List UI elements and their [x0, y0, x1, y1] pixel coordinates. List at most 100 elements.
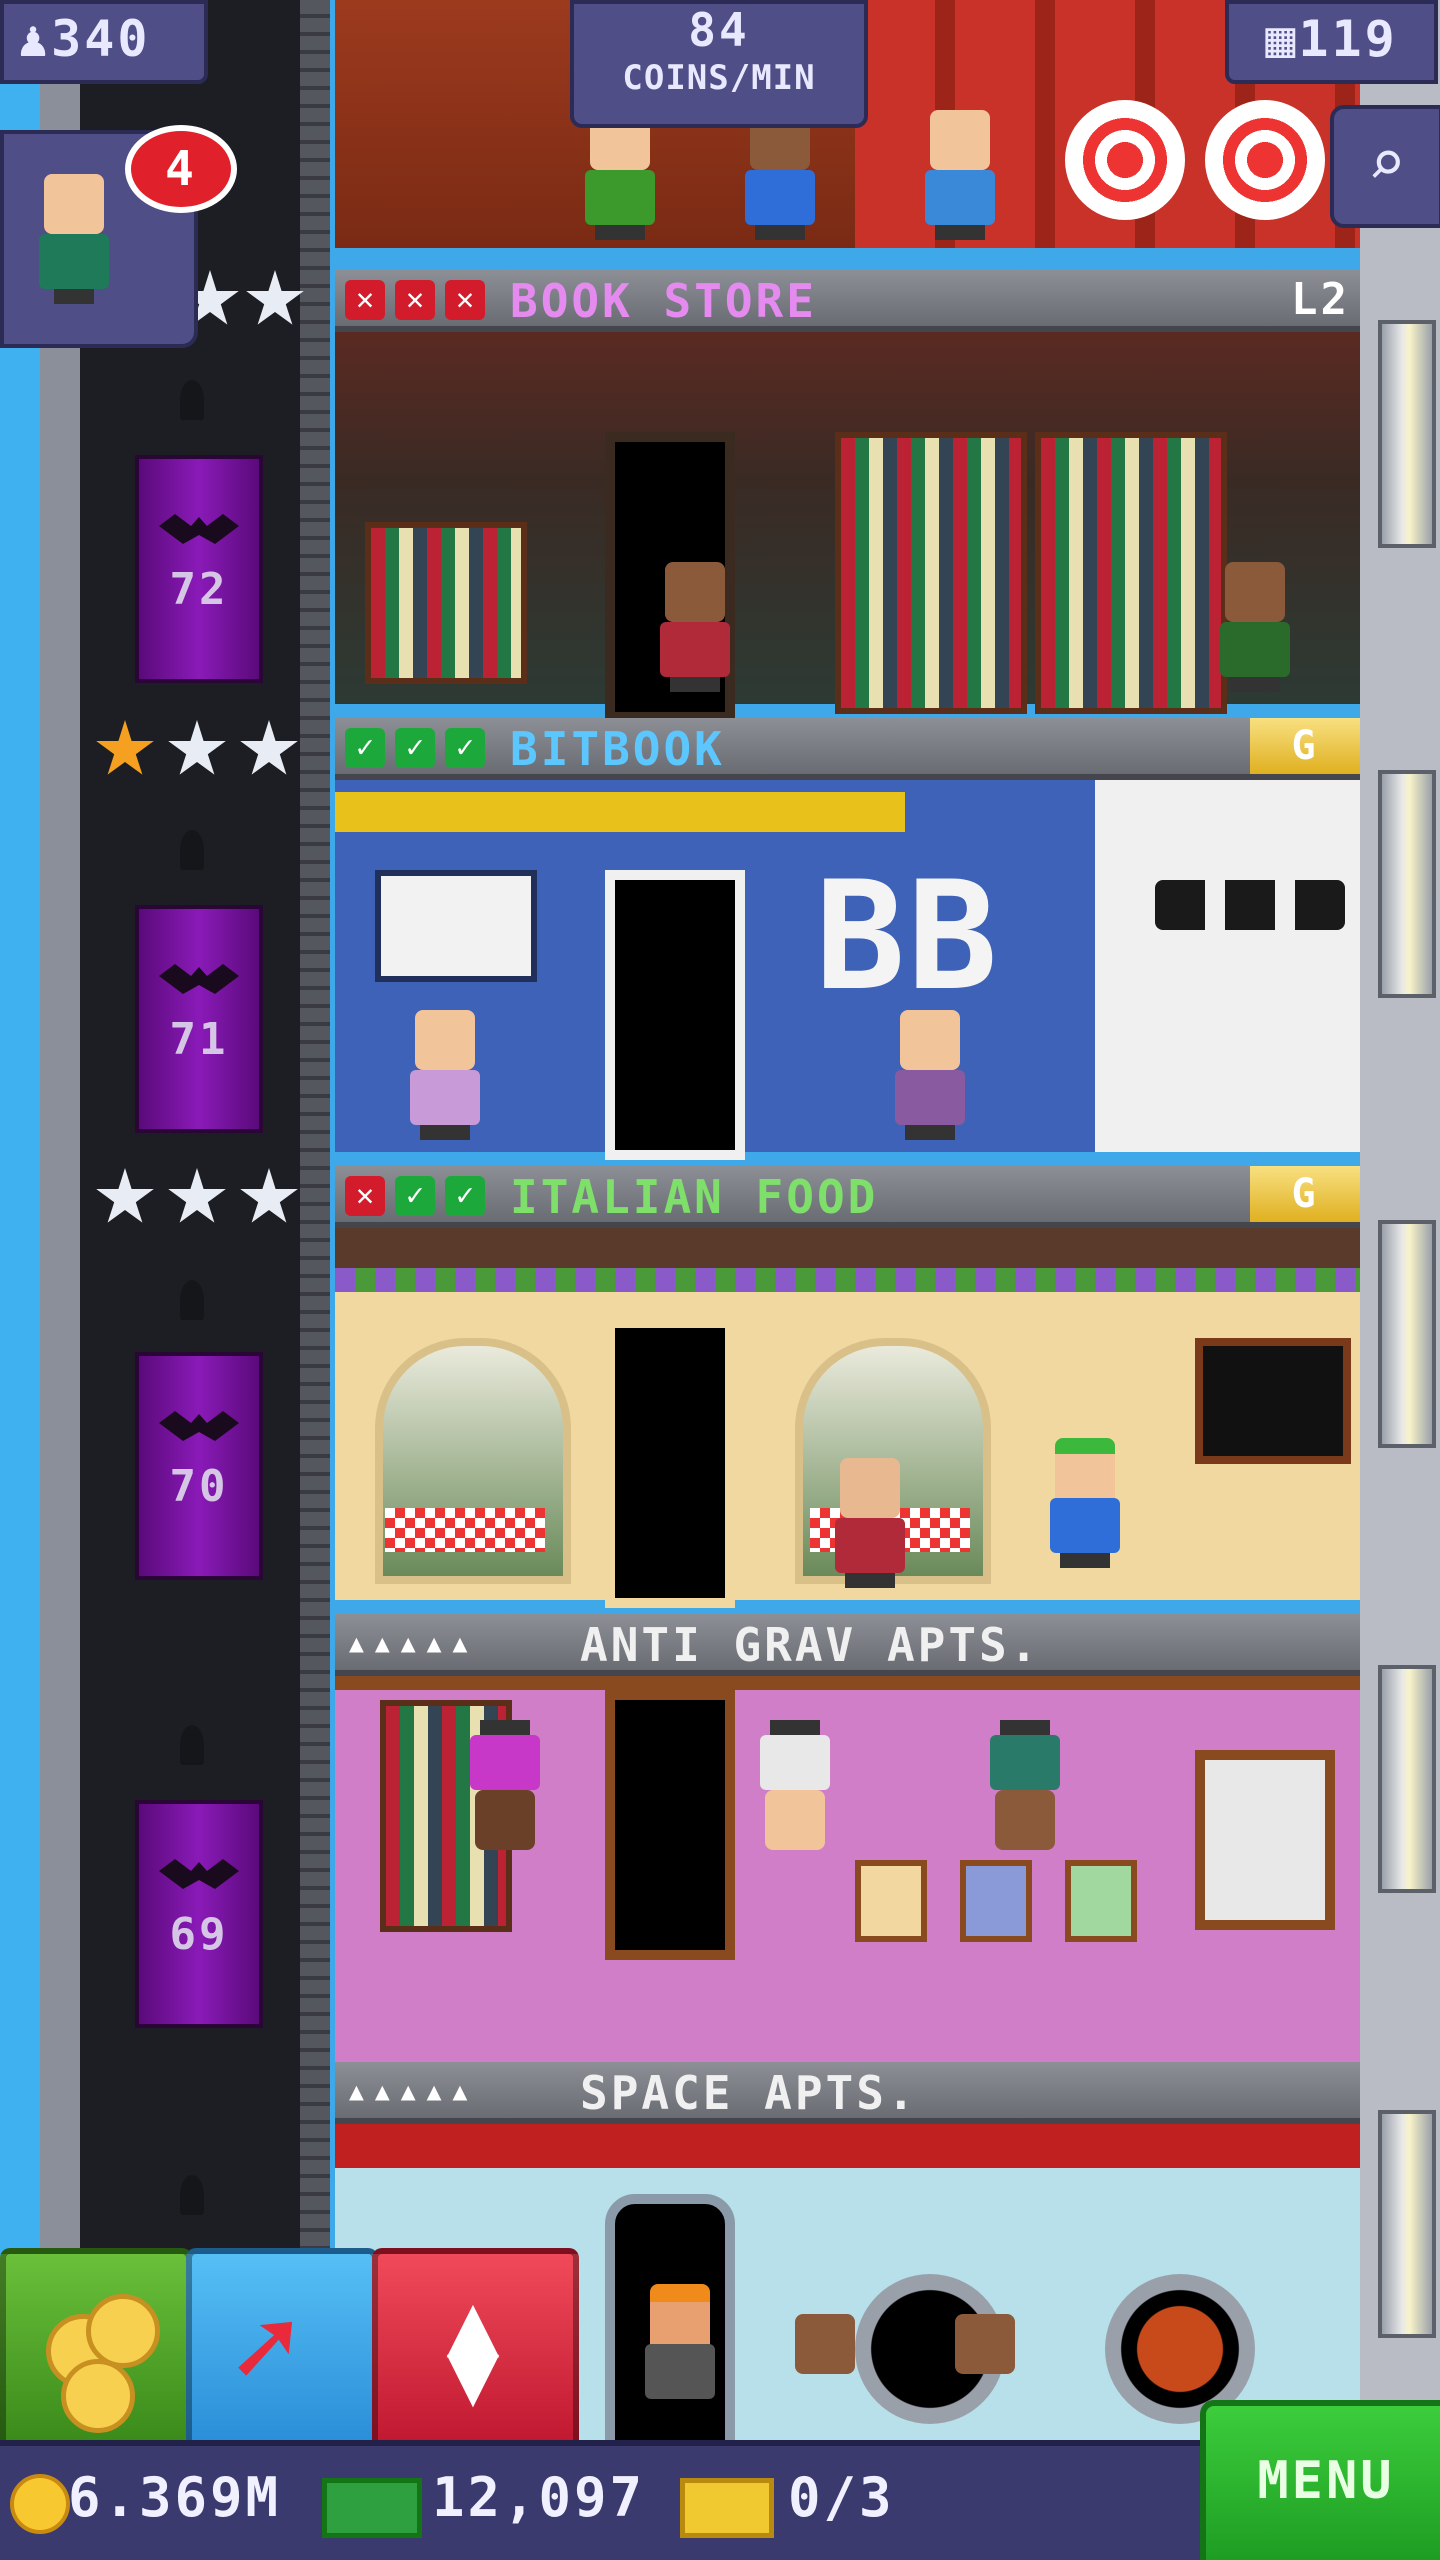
floor-name: BOOK STORE [510, 274, 817, 328]
lamp-icon [180, 380, 204, 420]
customer[interactable] [655, 562, 735, 692]
search-icon: ⌕ [1367, 127, 1406, 201]
check-mark-icon: ✓ [445, 728, 485, 768]
elevator-floor-number: 70 [169, 1461, 229, 1512]
bookshelf [835, 432, 1027, 714]
resident[interactable] [945, 2314, 1025, 2444]
bux-value: 12,097 [432, 2466, 646, 2529]
floor-header: ▴▴▴▴▴ ANTI GRAV APTS. [335, 1614, 1360, 1676]
resident[interactable] [920, 110, 1000, 240]
bookshelf [365, 522, 527, 684]
room-door [605, 1690, 735, 1960]
lamp-icon [180, 1280, 204, 1320]
target-icon [1065, 100, 1185, 220]
floor-header: ✕ ✓ ✓ ITALIAN FOOD G [335, 1166, 1360, 1228]
floor-name: BITBOOK [510, 722, 725, 776]
elevator-floor-number: 72 [169, 564, 229, 615]
resident[interactable] [755, 1720, 835, 1850]
resident[interactable] [985, 1720, 1065, 1850]
person-icon: ♟ [18, 10, 52, 68]
move-arrow-icon: ➚ [232, 2284, 299, 2412]
search-button[interactable]: ⌕ [1330, 105, 1440, 228]
elevator-door-72[interactable]: 72 [135, 455, 263, 683]
population-counter[interactable]: ♟340 [0, 0, 208, 84]
bitbook-sign: BB [815, 850, 1000, 1024]
floor-level: L2 [1291, 274, 1350, 325]
golden-ticket-tag[interactable]: G [1250, 1166, 1360, 1222]
outer-wall [40, 0, 80, 2560]
italian-restaurant [335, 1228, 1360, 1608]
menu-button[interactable]: MENU [1200, 2400, 1440, 2560]
check-mark-icon: ✓ [345, 728, 385, 768]
elevator-door-70[interactable]: 70 [135, 1352, 263, 1580]
notification-badge[interactable]: 4 [125, 125, 237, 213]
grape-vines [335, 1268, 1360, 1292]
floor-book-store[interactable]: ✕ ✕ ✕ BOOK STORE L2 [335, 270, 1360, 722]
worker[interactable] [405, 1010, 485, 1140]
anti-grav-apartment [335, 1676, 1360, 2062]
bat-icon [159, 1859, 239, 1889]
elevator-door-71[interactable]: 71 [135, 905, 263, 1133]
resident[interactable] [740, 110, 820, 240]
elevator-button[interactable]: ▲ ▼ [372, 2248, 579, 2450]
building-icon: ▦ [1265, 10, 1299, 68]
coins-value: 6.369M [68, 2466, 282, 2529]
floor-anti-grav-apts[interactable]: ▴▴▴▴▴ ANTI GRAV APTS. [335, 1614, 1360, 2062]
bux-icon [322, 2478, 422, 2538]
elevator-updown-icon: ▲ ▼ [446, 2272, 500, 2425]
book-store-room [335, 332, 1360, 722]
picture-frame [960, 1860, 1032, 1942]
visitor[interactable] [640, 2284, 720, 2414]
room-door [605, 870, 745, 1160]
floor-name: ANTI GRAV APTS. [580, 1618, 1041, 1672]
customer[interactable] [830, 1458, 910, 1588]
worker[interactable] [1045, 1438, 1125, 1568]
target-icon [1205, 100, 1325, 220]
clocks [1155, 880, 1345, 930]
floor-header: ✕ ✕ ✕ BOOK STORE L2 [335, 270, 1360, 332]
check-mark-icon: ✓ [395, 728, 435, 768]
coins-button-icon [86, 2294, 160, 2368]
elevator-floor-number: 71 [169, 1014, 229, 1065]
x-mark-icon: ✕ [395, 280, 435, 320]
x-mark-icon: ✕ [345, 280, 385, 320]
picture-frame [1065, 1860, 1137, 1942]
check-mark-icon: ✓ [395, 1176, 435, 1216]
floor-name: SPACE APTS. [580, 2066, 918, 2120]
resident-count-icons: ▴▴▴▴▴ [345, 2068, 475, 2112]
floor-header: ▴▴▴▴▴ SPACE APTS. [335, 2062, 1360, 2124]
elevator-door-69[interactable]: 69 [135, 1800, 263, 2028]
coin-icon [10, 2474, 70, 2534]
checkered-table [385, 1508, 545, 1552]
tickets-value: 0/3 [788, 2466, 895, 2529]
floor-name: ITALIAN FOOD [510, 1170, 879, 1224]
side-window [1378, 2110, 1436, 2338]
worker[interactable] [890, 1010, 970, 1140]
coins-per-min-panel: 84 COINS/MIN [570, 0, 868, 128]
resident[interactable] [465, 1720, 545, 1850]
elevator-shaft[interactable] [80, 0, 330, 2560]
game-screen: 72 71 70 69 ✕ ✕ ✕ BOOK STORE L2 ✓ ✓ ✓ BI… [0, 0, 1440, 2560]
resident[interactable] [785, 2314, 865, 2444]
x-mark-icon: ✕ [445, 280, 485, 320]
resident-count-icons: ▴▴▴▴▴ [345, 1620, 475, 1664]
picture-frame [855, 1860, 927, 1942]
coins-button[interactable] [0, 2248, 192, 2450]
bat-icon [159, 1411, 239, 1441]
floor-counter[interactable]: ▦119 [1225, 0, 1438, 84]
move-button[interactable]: ➚ [186, 2248, 378, 2450]
coins-button-icon [61, 2359, 135, 2433]
elevator-rail [300, 0, 330, 2560]
bitbook-office: BB [335, 780, 1360, 1160]
worker[interactable] [1215, 562, 1295, 692]
coins-per-min-label: COINS/MIN [622, 58, 816, 98]
side-window [1378, 320, 1436, 548]
floor-header: ✓ ✓ ✓ BITBOOK G [335, 718, 1360, 780]
golden-ticket-tag[interactable]: G [1250, 718, 1360, 774]
resident[interactable] [580, 110, 660, 240]
lamp-icon [180, 1725, 204, 1765]
window [1195, 1750, 1335, 1930]
floor-italian-food[interactable]: ✕ ✓ ✓ ITALIAN FOOD G [335, 1166, 1360, 1608]
floor-bitbook[interactable]: ✓ ✓ ✓ BITBOOK G BB [335, 718, 1360, 1160]
chalkboard-menu [1195, 1338, 1351, 1464]
